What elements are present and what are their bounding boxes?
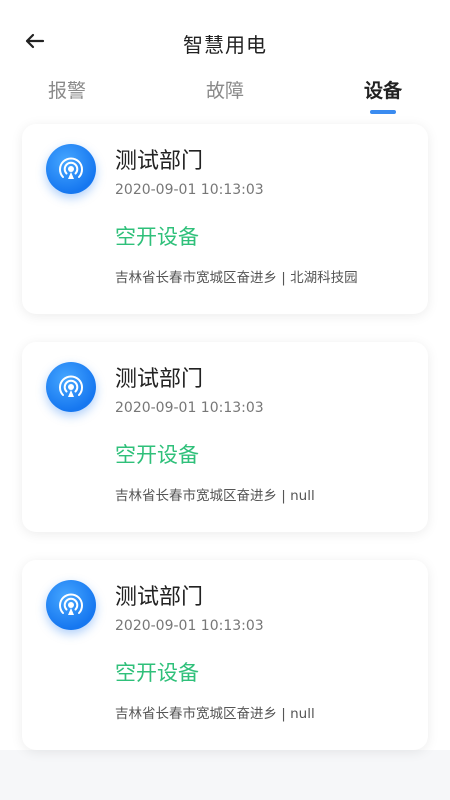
back-button[interactable] xyxy=(22,28,48,54)
tab-alarm-label: 报警 xyxy=(48,80,87,102)
device-card[interactable]: 测试部门 2020-09-01 10:13:03 空开设备 吉林省长春市宽城区奋… xyxy=(22,560,428,750)
tab-alarm[interactable]: 报警 xyxy=(48,74,86,124)
app-root: 智慧用电 报警 故障 设备 测试部门 2020-09-01 10:13:03 空… xyxy=(0,0,450,800)
device-address: 吉林省长春市宽城区奋进乡 | null xyxy=(115,706,315,722)
device-type: 空开设备 xyxy=(115,661,199,685)
page-title: 智慧用电 xyxy=(183,32,267,57)
top-bar: 智慧用电 xyxy=(0,0,450,62)
department-name: 测试部门 xyxy=(115,367,204,392)
tab-bar: 报警 故障 设备 xyxy=(0,62,450,124)
broadcast-icon xyxy=(59,593,83,615)
device-type: 空开设备 xyxy=(115,225,199,249)
tab-device-label: 设备 xyxy=(363,80,402,102)
tab-active-indicator xyxy=(369,110,396,114)
broadcast-icon xyxy=(59,375,83,397)
device-list: 测试部门 2020-09-01 10:13:03 空开设备 吉林省长春市宽城区奋… xyxy=(0,124,450,750)
device-card[interactable]: 测试部门 2020-09-01 10:13:03 空开设备 吉林省长春市宽城区奋… xyxy=(22,342,428,532)
device-avatar xyxy=(46,144,96,194)
timestamp: 2020-09-01 10:13:03 xyxy=(115,400,264,416)
arrow-left-icon xyxy=(25,33,45,49)
device-card[interactable]: 测试部门 2020-09-01 10:13:03 空开设备 吉林省长春市宽城区奋… xyxy=(22,124,428,314)
timestamp: 2020-09-01 10:13:03 xyxy=(115,182,264,198)
tab-device[interactable]: 设备 xyxy=(364,74,402,124)
department-name: 测试部门 xyxy=(115,585,204,610)
tab-fault[interactable]: 故障 xyxy=(206,74,244,124)
department-name: 测试部门 xyxy=(115,149,204,174)
device-type: 空开设备 xyxy=(115,443,199,467)
device-address: 吉林省长春市宽城区奋进乡 | 北湖科技园 xyxy=(115,270,358,286)
timestamp: 2020-09-01 10:13:03 xyxy=(115,618,264,634)
device-avatar xyxy=(46,580,96,630)
device-avatar xyxy=(46,362,96,412)
tab-fault-label: 故障 xyxy=(205,80,244,102)
broadcast-icon xyxy=(59,157,83,179)
device-address: 吉林省长春市宽城区奋进乡 | null xyxy=(115,488,315,504)
